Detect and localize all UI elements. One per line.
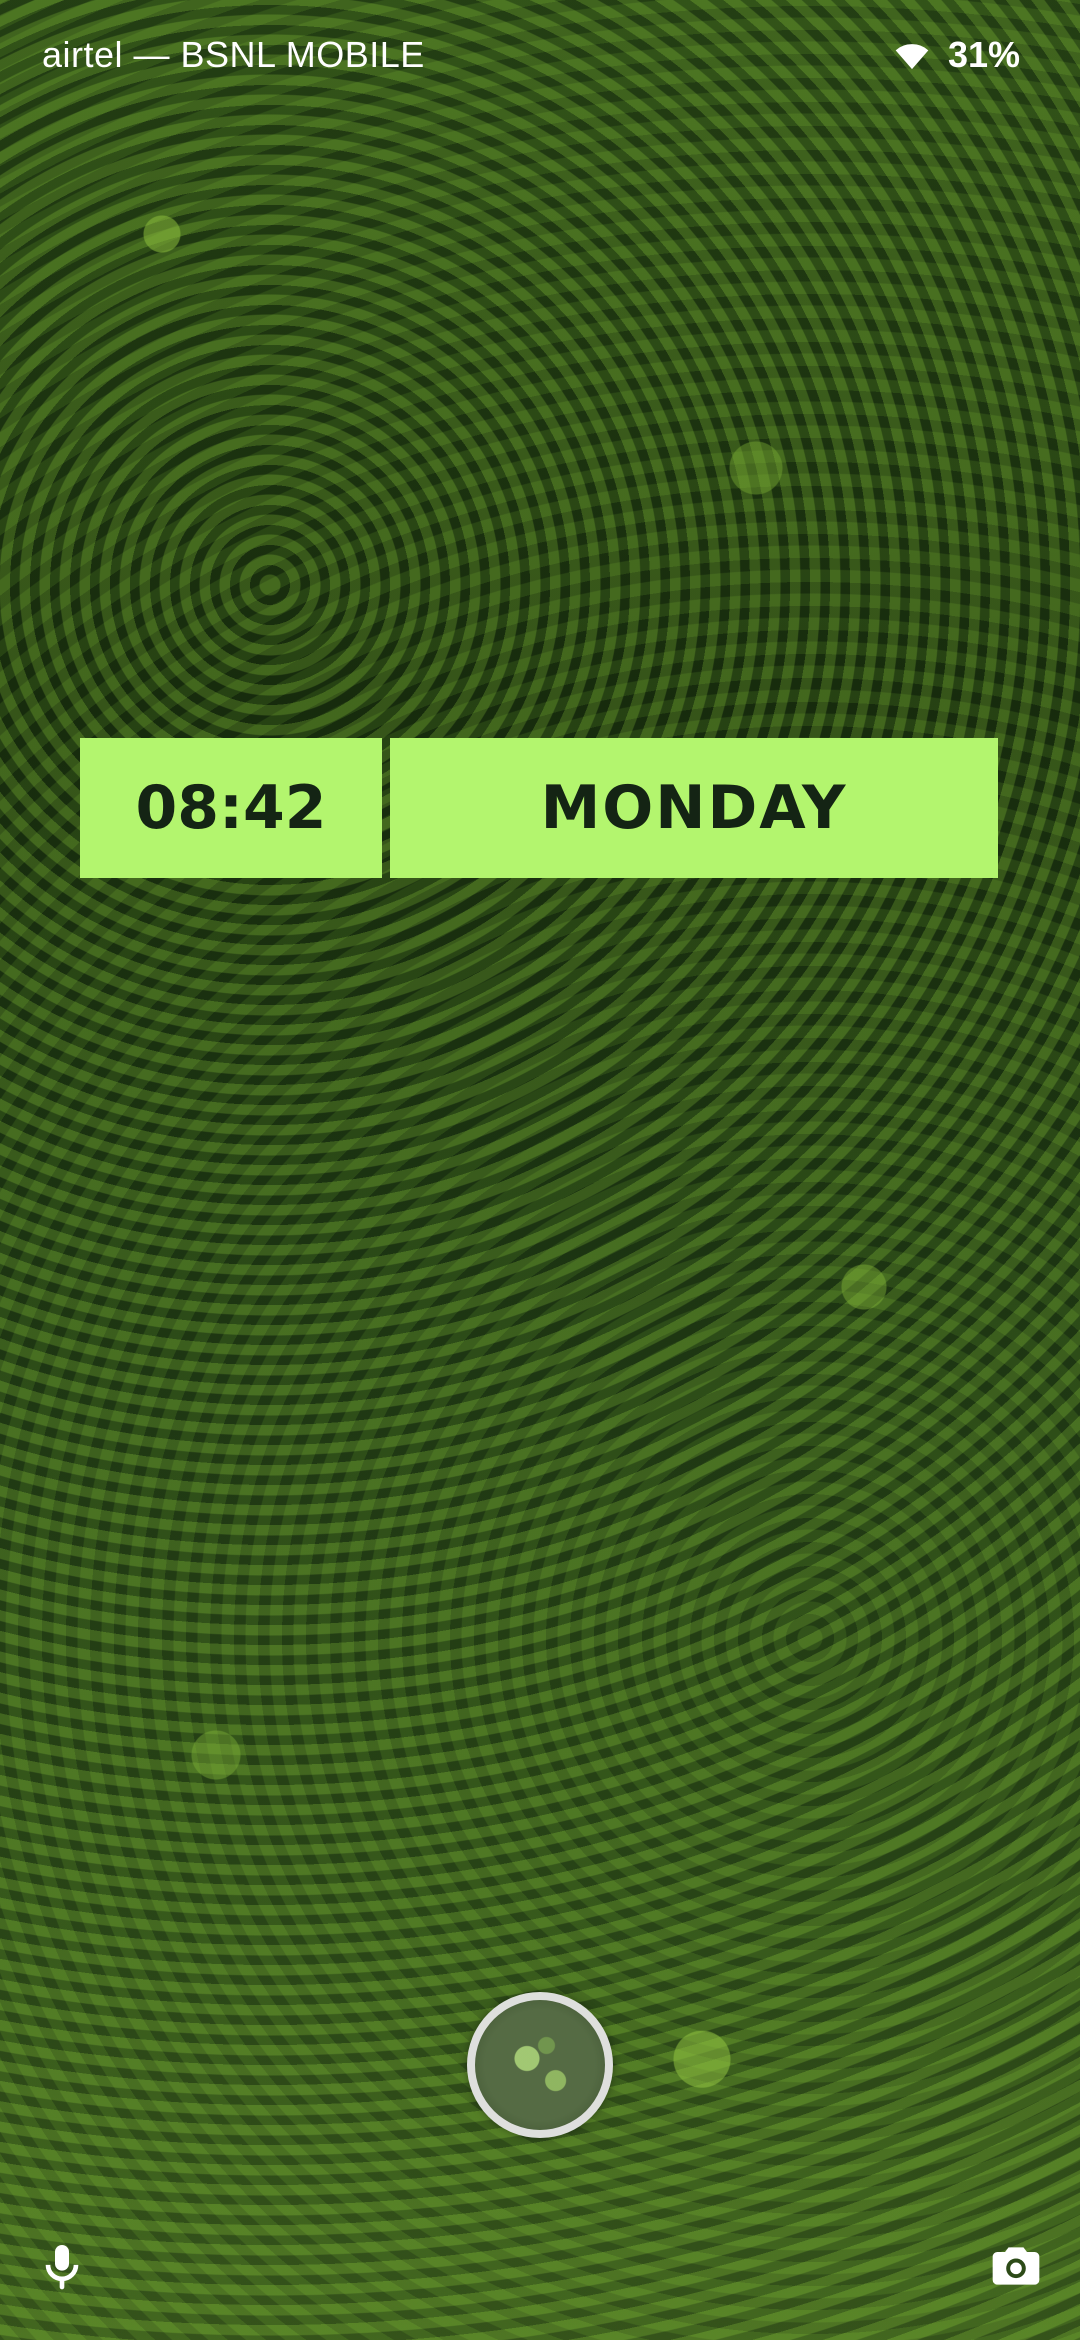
lock-screen: airtel — BSNL MOBILE 31% 08:42 MONDAY: [0, 0, 1080, 2340]
camera-icon[interactable]: [984, 2234, 1048, 2298]
carrier-name: airtel — BSNL MOBILE: [42, 34, 425, 75]
fingerprint-unlock-button[interactable]: [467, 1992, 613, 2138]
clock-time: 08:42: [80, 738, 382, 878]
status-right: 31%: [892, 34, 1020, 76]
time-day-widget: 08:42 MONDAY: [80, 738, 998, 878]
battery-percent: 31%: [947, 34, 1020, 75]
status-bar: airtel — BSNL MOBILE 31%: [42, 30, 1020, 80]
wifi-icon: [892, 35, 932, 75]
day-label: MONDAY: [390, 738, 998, 878]
microphone-icon[interactable]: [30, 2234, 94, 2298]
